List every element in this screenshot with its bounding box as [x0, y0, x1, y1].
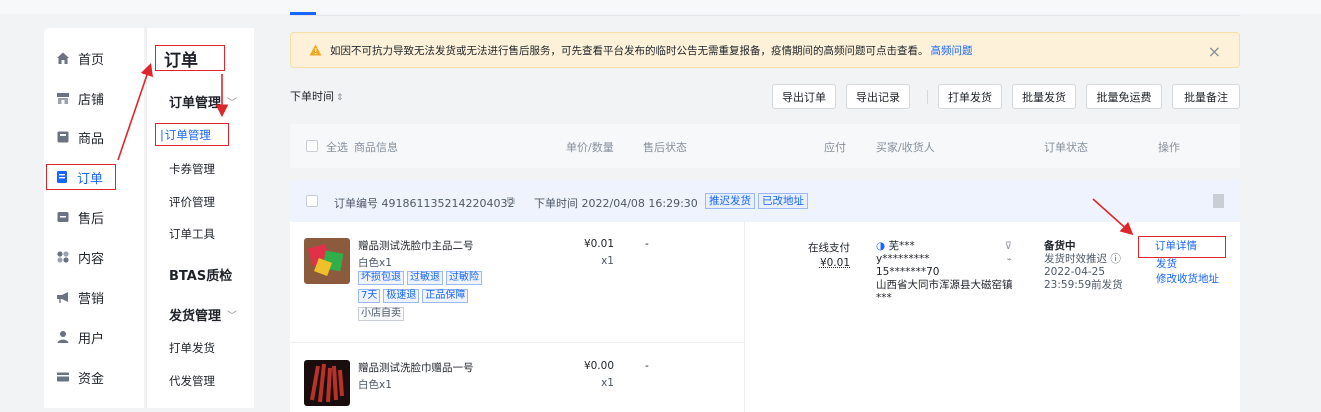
annotation-arrows — [117, 62, 1134, 236]
annotation-arrow — [117, 62, 153, 161]
annotation-arrow — [1092, 198, 1134, 236]
